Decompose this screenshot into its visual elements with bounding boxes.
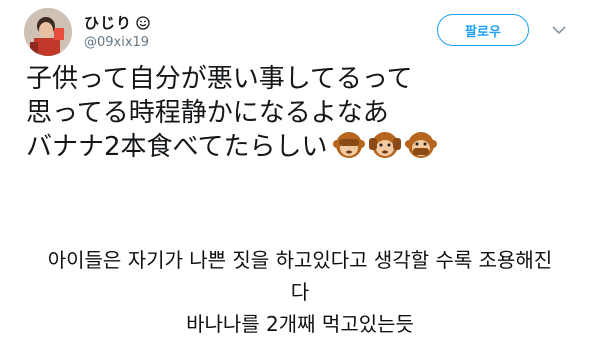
tweet-text-line: 子供って自分が悪い事してるって	[26, 64, 413, 94]
emoji-row	[332, 130, 440, 169]
caption-line: 아이들은 자기가 나쁜 짓을 하고있다고 생각할 수록 조용해진	[47, 248, 553, 272]
display-name[interactable]: ひじり	[84, 12, 150, 33]
avatar[interactable]	[24, 8, 72, 56]
caption-line: 다	[290, 280, 310, 304]
avatar-image	[24, 8, 72, 56]
chevron-down-icon[interactable]	[552, 25, 566, 35]
tweet-card: ひじり @09xix19 팔로우 子供って自分が悪い事してるって 思ってる時程静…	[0, 0, 600, 200]
tweet-text-line-content: バナナ2本食べてたらしい	[26, 132, 328, 162]
tweet-text-line: バナナ2本食べてたらしい	[26, 130, 586, 169]
hear-no-evil-monkey-icon	[368, 132, 401, 158]
smile-icon	[136, 16, 150, 30]
translation-caption: 아이들은 자기가 나쁜 짓을 하고있다고 생각할 수록 조용해진 다 바나나를 …	[0, 244, 600, 340]
user-handle[interactable]: @09xix19	[84, 35, 149, 50]
tweet-text: 子供って自分が悪い事してるって 思ってる時程静かになるよなあ バナナ2本食べてた…	[26, 62, 586, 169]
see-no-evil-monkey-icon	[332, 132, 365, 158]
follow-button[interactable]: 팔로우	[437, 14, 529, 46]
speak-no-evil-monkey-icon	[404, 132, 437, 158]
tweet-text-line: 思ってる時程静かになるよなあ	[26, 98, 389, 128]
display-name-text: ひじり	[84, 14, 133, 32]
caption-line: 바나나를 2개째 먹고있는듯	[186, 312, 414, 336]
